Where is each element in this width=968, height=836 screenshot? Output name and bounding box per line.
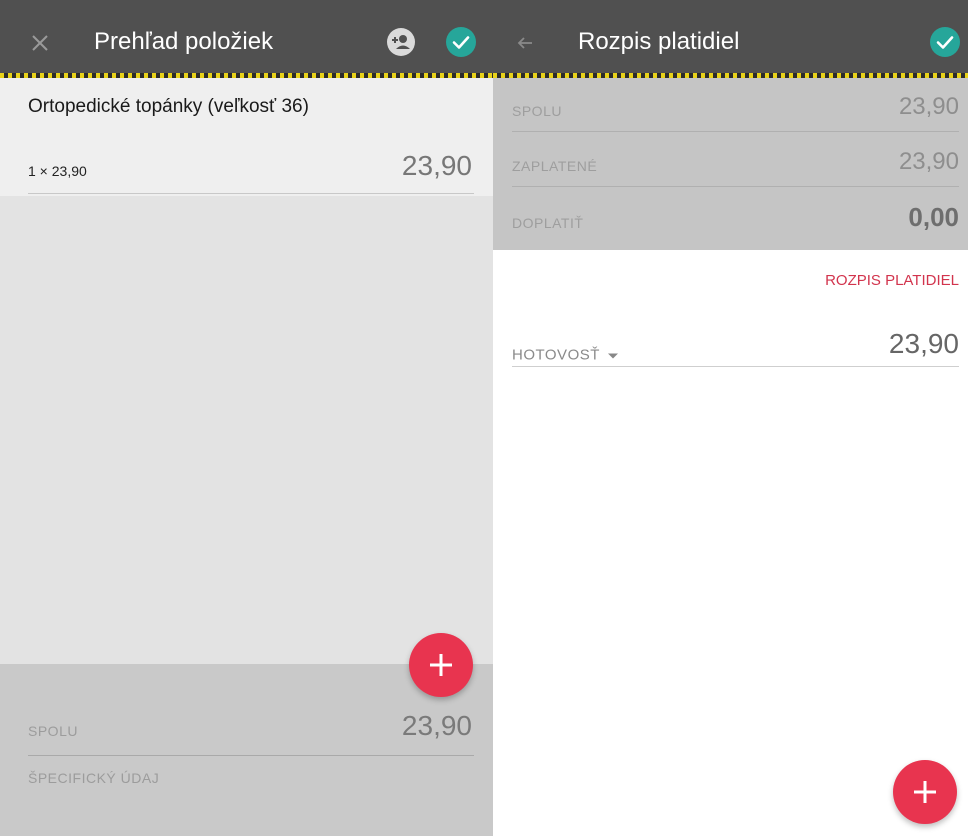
app-bar: Prehľad položiek [0, 0, 493, 78]
due-label: DOPLATIŤ [512, 215, 584, 231]
paid-value: 23,90 [898, 148, 959, 175]
close-icon[interactable] [30, 33, 50, 53]
specific-data-field[interactable]: ŠPECIFICKÝ ÚDAJ [28, 770, 159, 786]
app-bar: Rozpis platidiel [493, 0, 968, 78]
add-customer-icon[interactable] [386, 27, 416, 57]
payment-type-dropdown[interactable]: HOTOVOSŤ [512, 347, 618, 364]
section-title: ROZPIS PLATIDIEL [825, 272, 959, 289]
caret-down-icon [607, 353, 618, 359]
payment-breakdown-screen: Rozpis platidiel SPOLU 23,90 ZAPLATENÉ 2… [493, 0, 968, 836]
add-payment-button[interactable] [893, 760, 957, 824]
item-quantity: 1 × 23,90 [28, 163, 87, 179]
page-title: Rozpis platidiel [578, 28, 740, 55]
total-value: 23,90 [898, 93, 959, 120]
divider [512, 366, 959, 367]
item-name[interactable]: Ortopedické topánky (veľkosť 36) [28, 96, 309, 118]
total-value: 23,90 [401, 710, 472, 741]
due-value: 0,00 [908, 202, 959, 232]
arrow-back-icon[interactable] [515, 33, 535, 53]
payment-amount-field[interactable]: 23,90 [889, 328, 959, 360]
plus-icon [430, 654, 452, 676]
confirm-button[interactable] [930, 27, 960, 57]
divider [512, 186, 959, 187]
total-label: SPOLU [512, 103, 562, 119]
plus-icon [914, 781, 936, 803]
item-price: 23,90 [401, 150, 472, 181]
payment-type-label: HOTOVOSŤ [512, 346, 600, 364]
paid-label: ZAPLATENÉ [512, 158, 598, 174]
confirm-button[interactable] [446, 27, 476, 57]
divider [28, 193, 474, 194]
page-title: Prehľad položiek [94, 28, 274, 55]
items-overview-screen: Prehľad položiek Ortopedické topánky (ve… [0, 0, 493, 836]
payment-summary: SPOLU 23,90 ZAPLATENÉ 23,90 DOPLATIŤ 0,0… [493, 78, 968, 250]
add-item-button[interactable] [409, 633, 473, 697]
divider [512, 131, 959, 132]
total-label: SPOLU [28, 723, 78, 739]
divider [28, 755, 474, 756]
